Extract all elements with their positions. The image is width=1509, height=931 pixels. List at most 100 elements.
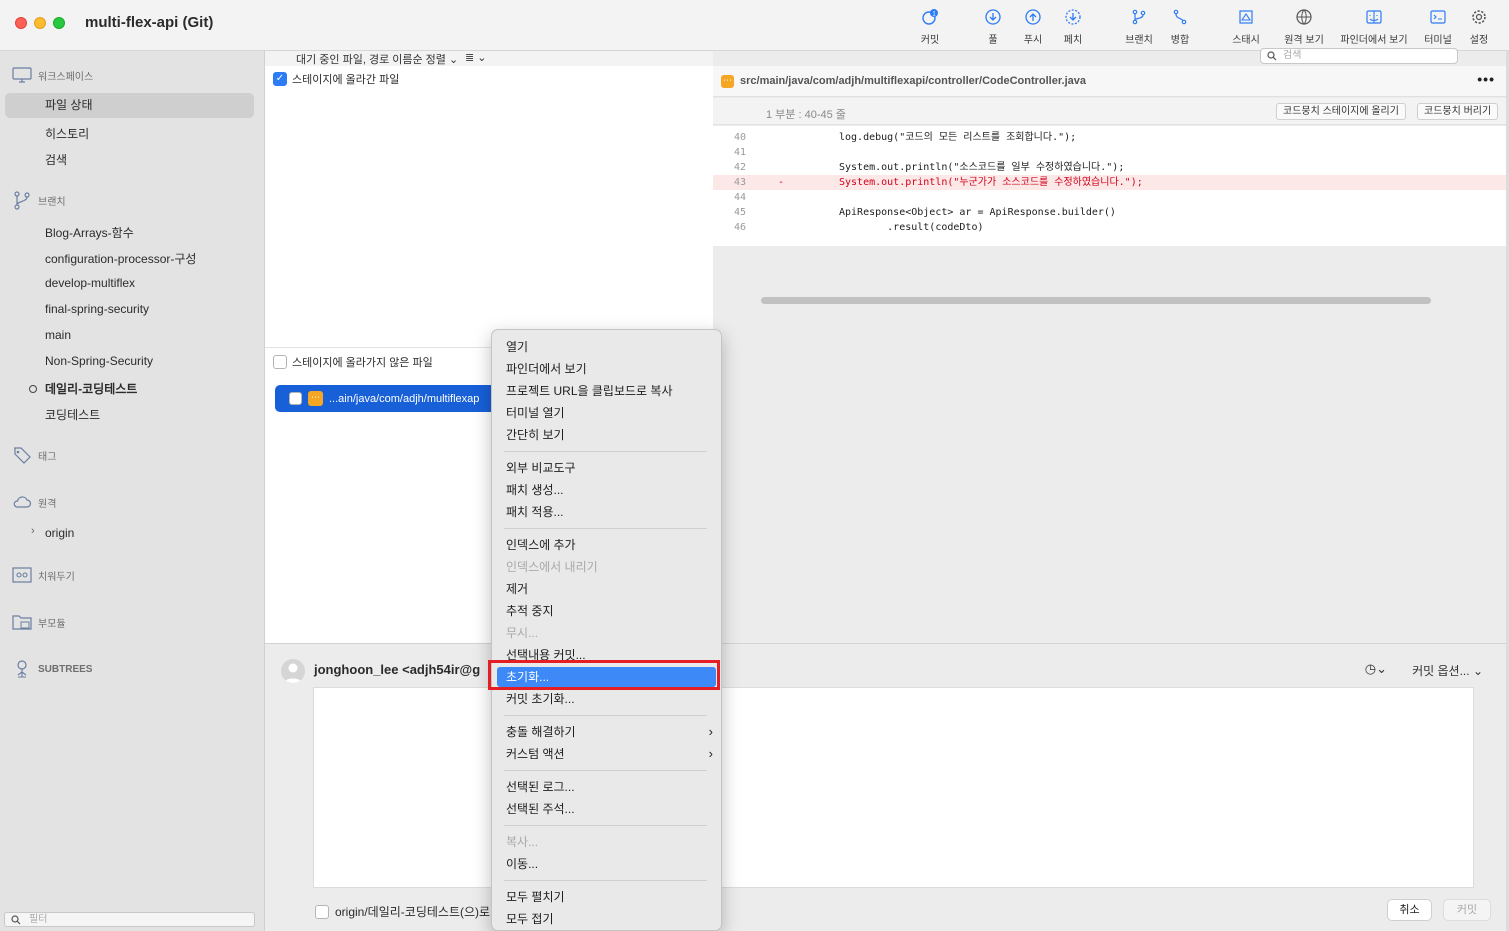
menu-item-quick-look[interactable]: 간단히 보기 bbox=[505, 425, 715, 445]
code-line: 46 .result(codeDto) bbox=[713, 220, 1509, 235]
chevron-right-icon[interactable]: › bbox=[31, 525, 35, 537]
branch-item[interactable]: 코딩테스트 bbox=[45, 406, 100, 423]
fetch-button[interactable]: 페치 bbox=[1058, 8, 1088, 48]
branch-item[interactable]: configuration-processor-구성 bbox=[45, 250, 196, 267]
menu-item-apply-patch[interactable]: 패치 적용... bbox=[505, 502, 715, 522]
line-text: System.out.println("소스코드를 일부 수정하였습니다."); bbox=[839, 162, 1125, 173]
line-number: 43 bbox=[733, 177, 746, 188]
pull-button[interactable]: 풀 bbox=[978, 8, 1008, 48]
sidebar-item-history[interactable]: 히스토리 bbox=[45, 125, 89, 142]
close-window-button[interactable] bbox=[15, 17, 27, 29]
menu-item-add-to-index[interactable]: 인덱스에 추가 bbox=[505, 535, 715, 555]
menu-item-log-selected[interactable]: 선택된 로그... bbox=[505, 777, 715, 797]
horizontal-scrollbar[interactable] bbox=[761, 297, 1431, 304]
unstaged-file-row[interactable]: ⋯ ...ain/java/com/adjh/multiflexap bbox=[275, 385, 505, 412]
commit-button[interactable]: 1 커밋 bbox=[915, 8, 945, 48]
history-dropdown[interactable]: ◷⌄ bbox=[1365, 661, 1387, 677]
settings-button[interactable]: 설정 bbox=[1465, 8, 1493, 48]
menu-item-show-in-finder[interactable]: 파인더에서 보기 bbox=[505, 359, 715, 379]
code-line: 44 bbox=[713, 190, 1509, 205]
minimize-window-button[interactable] bbox=[34, 17, 46, 29]
globe-icon bbox=[1280, 8, 1328, 28]
sidebar-section-subtrees[interactable]: SUBTREES bbox=[12, 659, 92, 679]
menu-item-reset-commit[interactable]: 커밋 초기화... bbox=[505, 689, 715, 709]
code-line-deleted: 43 - System.out.println("누군가가 소스코드를 수정하였습니… bbox=[713, 175, 1509, 190]
terminal-icon bbox=[1420, 8, 1456, 28]
current-branch-indicator bbox=[29, 385, 37, 393]
push-checkbox[interactable] bbox=[315, 904, 329, 919]
cancel-button[interactable]: 취소 bbox=[1387, 899, 1432, 921]
sort-dropdown[interactable]: 대기 중인 파일, 경로 이름순 정렬 ⌄ bbox=[296, 51, 458, 67]
line-text: ApiResponse<Object> ar = ApiResponse.bui… bbox=[839, 207, 1116, 218]
staged-checkbox[interactable]: ✓ bbox=[273, 72, 287, 86]
branch-label: 브랜치 bbox=[1125, 35, 1153, 46]
menu-item-custom-actions[interactable]: 커스텀 액션 › bbox=[505, 744, 715, 764]
push-button[interactable]: 푸시 bbox=[1018, 8, 1048, 48]
push-immediately-option[interactable]: origin/데일리-코딩테스트(으)로 bbox=[315, 903, 490, 920]
sort-label: 대기 중인 파일, 경로 이름순 정렬 bbox=[296, 54, 446, 66]
zoom-window-button[interactable] bbox=[53, 17, 65, 29]
terminal-button[interactable]: 터미널 bbox=[1420, 8, 1456, 48]
diff-header: ⋯ src/main/java/com/adjh/multiflexapi/co… bbox=[713, 66, 1509, 97]
branch-item-current[interactable]: 데일리-코딩테스트 bbox=[45, 380, 137, 397]
commit-submit-button[interactable]: 커밋 bbox=[1443, 899, 1491, 921]
sidebar-section-branches[interactable]: 브랜치 bbox=[12, 190, 66, 210]
file-checkbox[interactable] bbox=[289, 392, 302, 405]
menu-item-external-diff[interactable]: 외부 비교도구 bbox=[505, 458, 715, 478]
line-number: 45 bbox=[733, 207, 746, 218]
sidebar-section-submodules[interactable]: 부모듈 bbox=[12, 612, 66, 632]
stage-hunk-button[interactable]: 코드뭉치 스테이지에 올리기 bbox=[1276, 103, 1406, 120]
finder-view-button[interactable]: 파인더에서 보기 bbox=[1336, 8, 1412, 48]
sidebar-section-workspace[interactable]: 워크스페이스 bbox=[12, 65, 93, 85]
menu-item-open[interactable]: 열기 bbox=[505, 337, 715, 357]
search-placeholder: 검색 bbox=[1283, 50, 1302, 61]
sidebar-section-label: 부모듈 bbox=[38, 618, 66, 630]
commit-label: 커밋 bbox=[920, 35, 940, 46]
commit-icon: 1 bbox=[915, 8, 945, 28]
chevron-down-icon: ⌄ bbox=[448, 54, 459, 66]
menu-item-collapse-all[interactable]: 모두 접기 bbox=[505, 909, 715, 929]
sidebar-item-search[interactable]: 검색 bbox=[45, 151, 67, 168]
sidebar-filter-input[interactable]: 필터 bbox=[4, 912, 255, 927]
menu-item-remove[interactable]: 제거 bbox=[505, 579, 715, 599]
menu-item-annotate-selected[interactable]: 선택된 주석... bbox=[505, 799, 715, 819]
sidebar-section-label: 워크스페이스 bbox=[38, 71, 94, 83]
line-number: 46 bbox=[733, 222, 746, 233]
menu-item-resolve-conflicts[interactable]: 충돌 해결하기 › bbox=[505, 722, 715, 742]
menu-item-open-terminal[interactable]: 터미널 열기 bbox=[505, 403, 715, 423]
unstaged-checkbox[interactable] bbox=[273, 355, 287, 369]
push-label: origin/데일리-코딩테스트(으)로 bbox=[335, 905, 491, 919]
search-icon bbox=[1267, 51, 1277, 61]
branch-item[interactable]: Non-Spring-Security bbox=[45, 354, 153, 368]
list-view-dropdown[interactable]: ≣ ⌄ bbox=[465, 51, 487, 64]
commit-message-input[interactable] bbox=[313, 687, 1474, 888]
remote-item-origin[interactable]: origin bbox=[45, 526, 74, 540]
branch-item[interactable]: Blog-Arrays-함수 bbox=[45, 224, 134, 241]
branch-button[interactable]: 브랜치 bbox=[1120, 8, 1158, 48]
stash-button[interactable]: 스태시 bbox=[1228, 8, 1264, 48]
merge-button[interactable]: 병합 bbox=[1165, 8, 1195, 48]
sidebar-section-stashes[interactable]: 치워두기 bbox=[12, 565, 75, 585]
cloud-icon bbox=[13, 496, 32, 508]
remote-view-button[interactable]: 원격 보기 bbox=[1280, 8, 1328, 48]
finder-view-label: 파인더에서 보기 bbox=[1340, 35, 1408, 46]
tag-icon bbox=[14, 447, 31, 464]
menu-item-copy-project-url[interactable]: 프로젝트 URL을 클립보드로 복사 bbox=[505, 381, 715, 401]
branch-item[interactable]: develop-multiflex bbox=[45, 276, 135, 290]
branch-item[interactable]: final-spring-security bbox=[45, 302, 149, 316]
more-options-icon[interactable]: ••• bbox=[1477, 71, 1495, 87]
menu-item-stop-tracking[interactable]: 추적 중지 bbox=[505, 601, 715, 621]
sidebar-section-remotes[interactable]: 원격 bbox=[12, 492, 56, 512]
menu-item-expand-all[interactable]: 모두 펼치기 bbox=[505, 887, 715, 907]
sidebar-section-tags[interactable]: 태그 bbox=[12, 445, 56, 465]
sidebar-item-file-status[interactable]: 파일 상태 bbox=[5, 93, 254, 118]
search-input[interactable]: 검색 bbox=[1260, 48, 1458, 64]
branch-item[interactable]: main bbox=[45, 328, 71, 342]
menu-separator bbox=[504, 528, 707, 529]
commit-options-dropdown[interactable]: 커밋 옵션... ⌄ bbox=[1412, 662, 1483, 679]
diff-pane: ⋯ src/main/java/com/adjh/multiflexapi/co… bbox=[713, 66, 1509, 643]
discard-hunk-button[interactable]: 코드뭉치 버리기 bbox=[1417, 103, 1499, 120]
remote-view-label: 원격 보기 bbox=[1284, 35, 1324, 46]
menu-item-move[interactable]: 이동... bbox=[505, 854, 715, 874]
menu-item-create-patch[interactable]: 패치 생성... bbox=[505, 480, 715, 500]
